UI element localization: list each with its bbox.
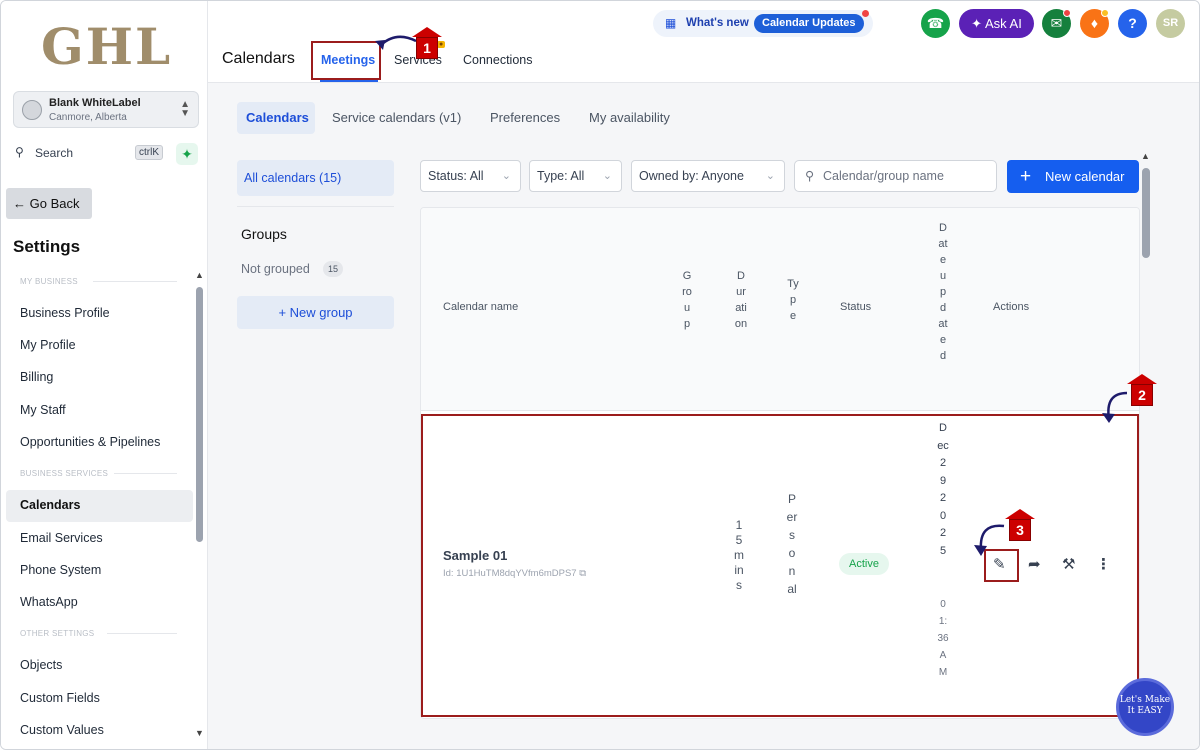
account-switcher[interactable]: Blank WhiteLabel Canmore, Alberta ▲ ▼ (13, 91, 199, 128)
ask-ai-button[interactable]: ✦ Ask AI (959, 9, 1034, 38)
type-filter-label: Type: All (537, 169, 585, 183)
page-title: Calendars (222, 50, 295, 67)
annotation-marker-2: 2 (1127, 374, 1157, 406)
section-other-settings: OTHER SETTINGS (20, 629, 95, 638)
account-location: Canmore, Alberta (49, 112, 127, 123)
col-type[interactable]: Type (787, 276, 799, 324)
whats-new-banner[interactable]: ▦ What's new Calendar Updates (653, 10, 873, 37)
new-badge: ● (437, 41, 446, 48)
new-calendar-button[interactable]: + New calendar (1007, 160, 1139, 193)
sidebar-item-phone-system[interactable]: Phone System (20, 563, 101, 577)
col-status[interactable]: Status (840, 301, 871, 313)
sidebar-item-email-services[interactable]: Email Services (20, 531, 103, 545)
owner-filter[interactable]: Owned by: Anyone ⌄ (631, 160, 785, 192)
not-grouped-count: 15 (323, 261, 343, 277)
subtab-service-calendars[interactable]: Service calendars (v1) (332, 110, 461, 125)
status-filter-label: Status: All (428, 169, 484, 183)
app-window: GHL Blank WhiteLabel Canmore, Alberta ▲ ▼… (0, 0, 1200, 750)
content-scrollbar[interactable] (1142, 168, 1150, 258)
account-name: Blank WhiteLabel (49, 97, 141, 109)
scroll-down-arrow[interactable]: ▼ (195, 728, 204, 738)
sidebar-item-business-profile[interactable]: Business Profile (20, 306, 110, 320)
settings-title: Settings (13, 237, 81, 256)
divider (107, 633, 177, 634)
subtab-calendars[interactable]: Calendars (246, 110, 309, 125)
go-back-label: Go Back (29, 196, 80, 211)
sidebar-item-calendars[interactable]: Calendars (20, 498, 80, 512)
col-date-updated[interactable]: Dateupdated (937, 220, 949, 364)
not-grouped-item[interactable]: Not grouped (241, 262, 310, 276)
search-label: Search (35, 146, 74, 160)
subtab-preferences[interactable]: Preferences (490, 110, 560, 125)
annotation-number: 1 (423, 40, 431, 56)
section-business-services: BUSINESS SERVICES (20, 469, 109, 478)
col-duration[interactable]: Duration (734, 268, 748, 332)
sidebar-search[interactable]: ⚲ Search ctrlK (13, 144, 169, 164)
type-filter[interactable]: Type: All ⌄ (529, 160, 622, 192)
annotation-number: 2 (1138, 387, 1146, 403)
whats-new-label: What's new (686, 17, 749, 29)
tab-connections[interactable]: Connections (463, 53, 533, 67)
search-shortcut: ctrlK (135, 145, 163, 160)
annotation-arrow-2 (1102, 391, 1128, 423)
all-calendars-item[interactable]: All calendars (15) (237, 160, 394, 196)
notification-dot (1063, 9, 1071, 17)
phone-icon[interactable]: ☎ (921, 9, 950, 38)
scroll-up-arrow[interactable]: ▲ (1141, 151, 1150, 161)
section-my-business: MY BUSINESS (20, 277, 78, 286)
help-button[interactable]: ? (1118, 9, 1147, 38)
status-filter[interactable]: Status: All ⌄ (420, 160, 521, 192)
annotation-box-row (421, 414, 1139, 717)
annotation-arrow-3 (974, 524, 1005, 556)
sidebar-item-whatsapp[interactable]: WhatsApp (20, 595, 78, 609)
chevron-updown-icon: ▲ ▼ (180, 99, 190, 119)
table-header: Calendar name Group Duration Type Status… (421, 208, 1139, 411)
divider (237, 206, 394, 207)
annotation-marker-3: 3 (1005, 509, 1035, 541)
notification-dot (862, 10, 869, 17)
col-actions: Actions (993, 301, 1030, 313)
chat-widget[interactable]: Let's Make It EASY (1116, 678, 1174, 736)
sidebar-item-custom-fields[interactable]: Custom Fields (20, 691, 100, 705)
chevron-down-icon: ⌄ (765, 170, 775, 182)
calendar-search-placeholder: Calendar/group name (823, 169, 944, 183)
divider (114, 473, 177, 474)
sidebar-item-my-profile[interactable]: My Profile (20, 338, 76, 352)
divider (93, 281, 177, 282)
go-back-button[interactable]: ← Go Back (6, 188, 92, 219)
avatar (22, 100, 42, 120)
sidebar: GHL Blank WhiteLabel Canmore, Alberta ▲ ▼… (1, 1, 208, 749)
col-calendar-name[interactable]: Calendar name (443, 301, 518, 313)
groups-title: Groups (241, 226, 287, 242)
bolt-icon[interactable]: ✦ (176, 143, 198, 165)
col-group[interactable]: Group (681, 268, 693, 332)
calendar-icon: ▦ (665, 16, 677, 30)
annotation-marker-1: 1 (412, 27, 442, 59)
chevron-down-icon: ⌄ (602, 170, 612, 182)
search-icon: ⚲ (805, 169, 815, 183)
logo: GHL (41, 17, 173, 76)
sidebar-item-objects[interactable]: Objects (20, 658, 62, 672)
owner-filter-label: Owned by: Anyone (639, 169, 744, 183)
new-calendar-label: New calendar (1045, 169, 1125, 184)
calendar-updates-pill[interactable]: Calendar Updates (754, 14, 864, 33)
search-icon: ⚲ (15, 145, 24, 159)
calendar-search-input[interactable]: ⚲ Calendar/group name (794, 160, 997, 192)
subtab-my-availability[interactable]: My availability (589, 110, 670, 125)
sidebar-item-my-staff[interactable]: My Staff (20, 403, 66, 417)
annotation-number: 3 (1016, 522, 1024, 538)
user-avatar[interactable]: SR (1156, 9, 1185, 38)
ask-ai-label: Ask AI (984, 16, 1022, 31)
active-tab-underline (320, 80, 378, 82)
scroll-up-arrow[interactable]: ▲ (195, 270, 204, 280)
sidebar-scrollbar[interactable] (196, 287, 203, 542)
notification-dot (1101, 9, 1109, 17)
plus-icon: + (1020, 166, 1032, 187)
chevron-down-icon: ⌄ (501, 170, 511, 182)
sidebar-item-opportunities[interactable]: Opportunities & Pipelines (20, 435, 160, 449)
sidebar-item-custom-values[interactable]: Custom Values (20, 723, 104, 737)
sidebar-item-billing[interactable]: Billing (20, 370, 53, 384)
new-group-button[interactable]: + New group (237, 296, 394, 329)
